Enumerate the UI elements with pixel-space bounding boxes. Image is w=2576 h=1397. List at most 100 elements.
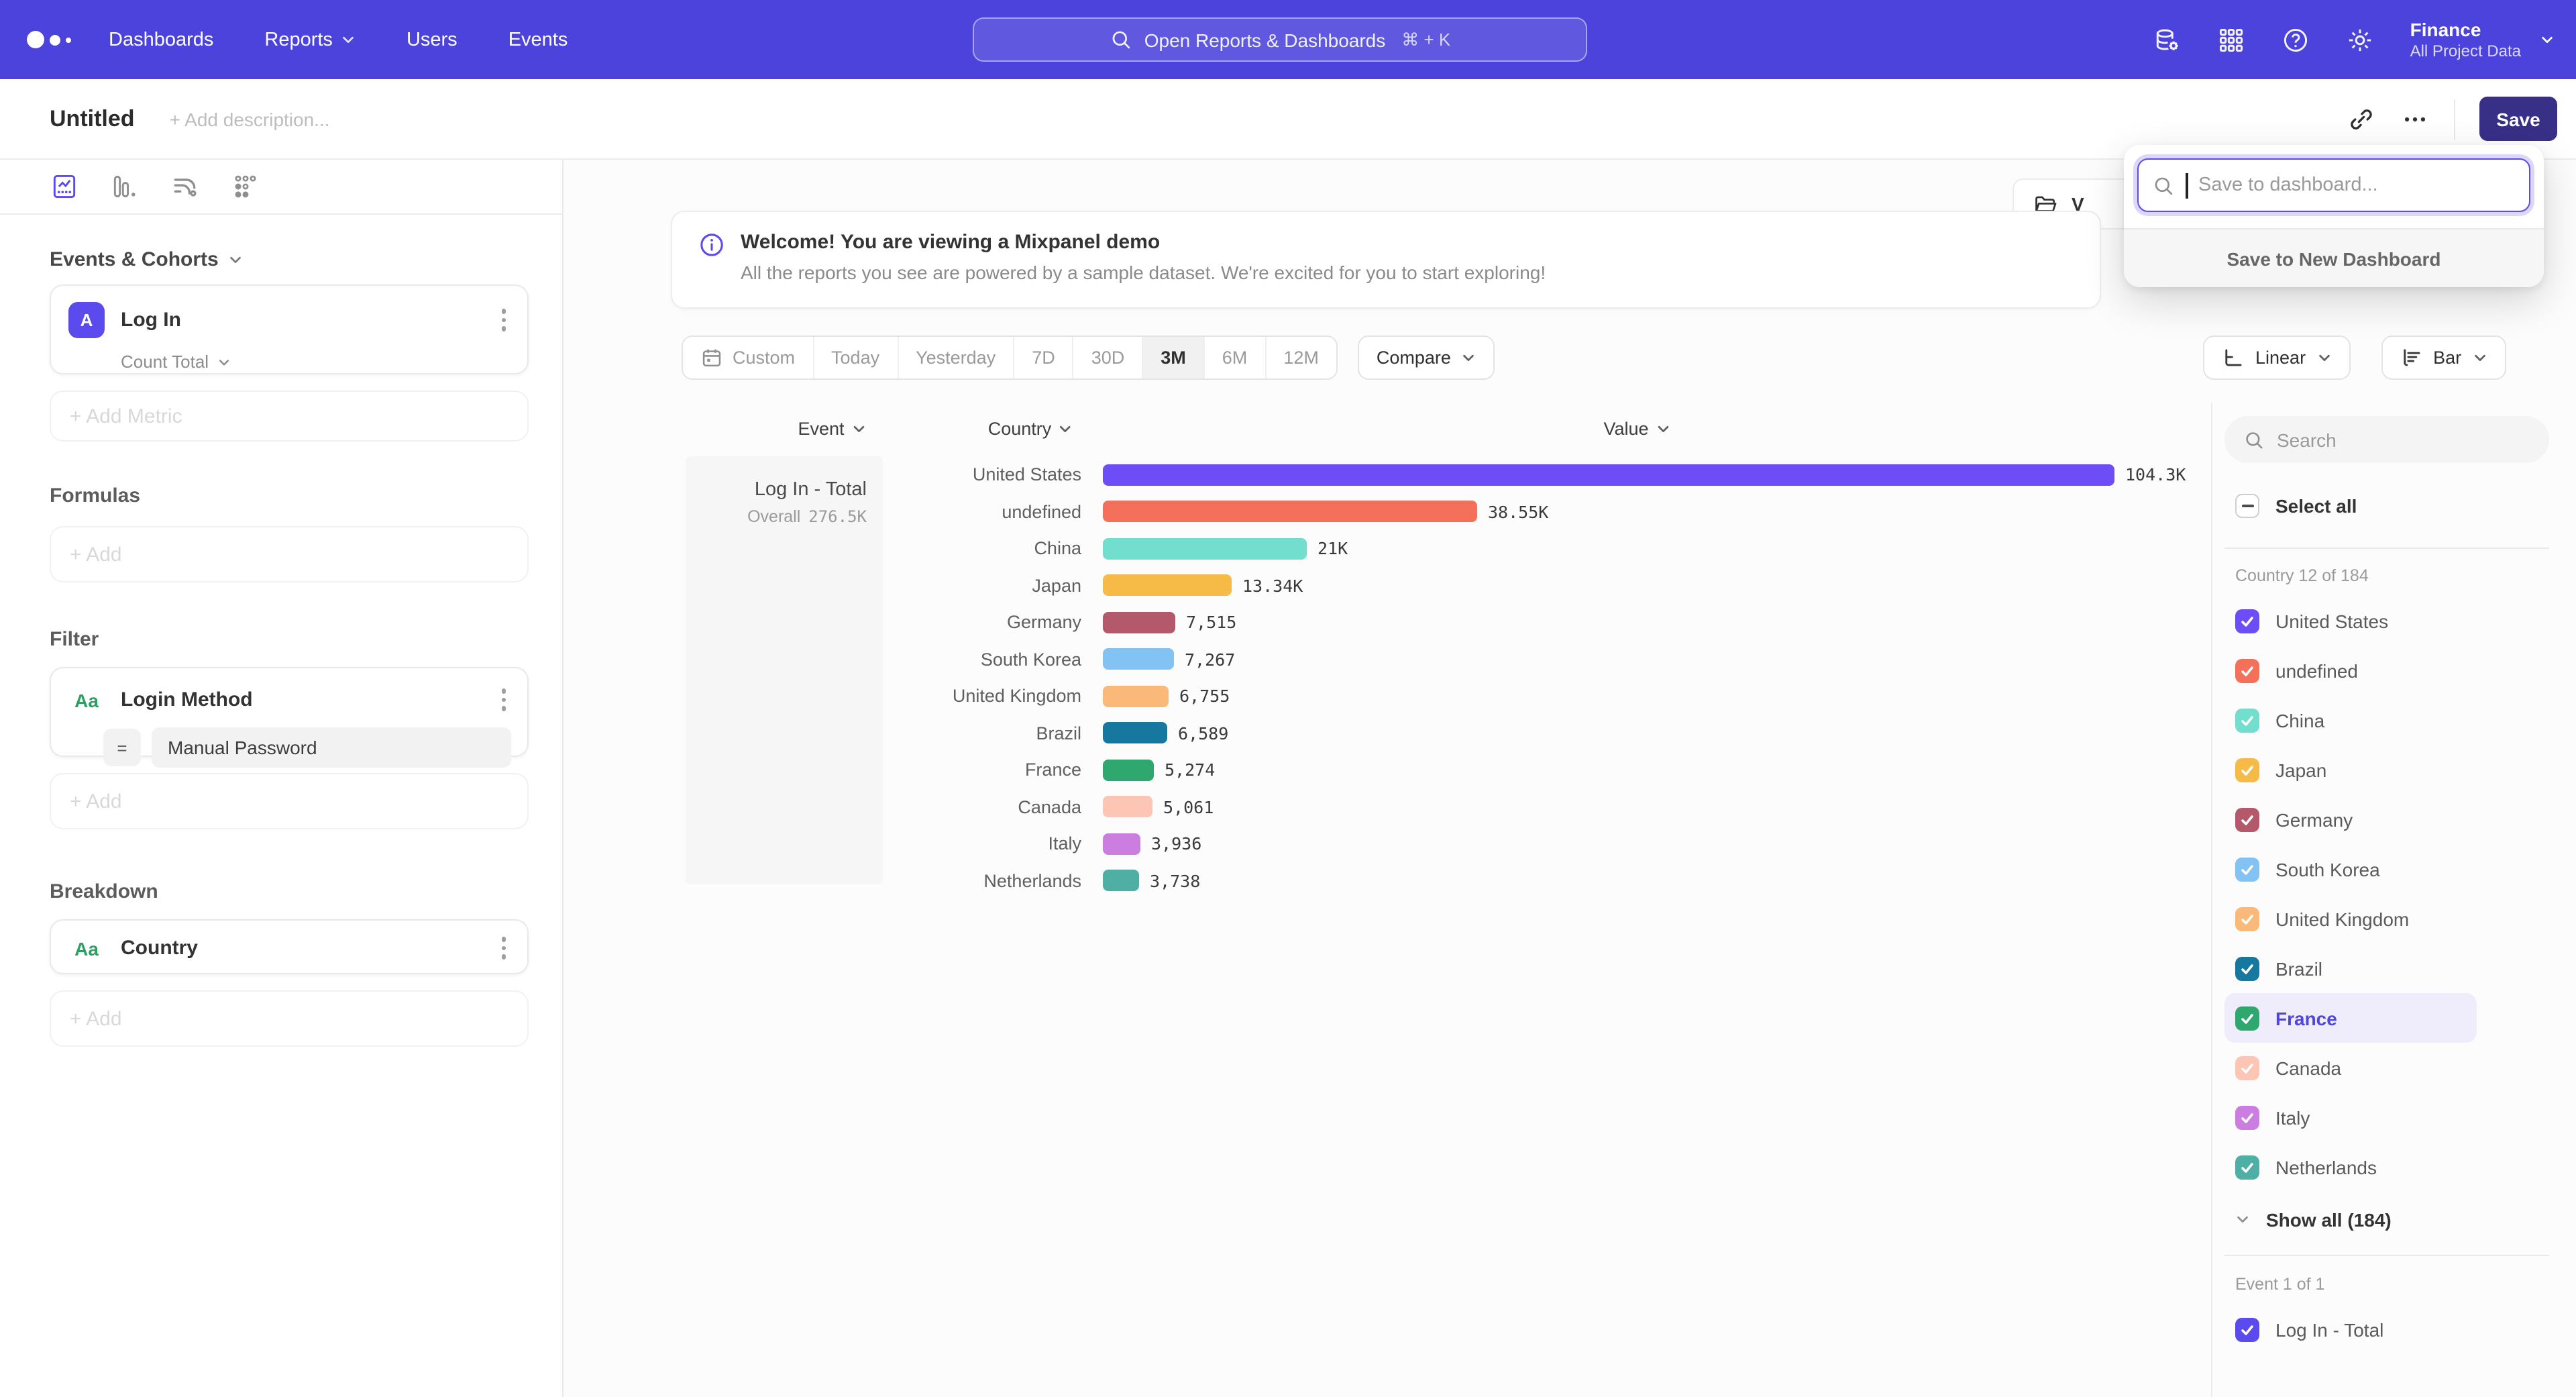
- range-yesterday[interactable]: Yesterday: [898, 337, 1014, 378]
- nav-item-reports[interactable]: Reports: [264, 29, 356, 50]
- column-header-country[interactable]: Country: [988, 419, 1073, 439]
- data-management-icon[interactable]: [2153, 25, 2182, 54]
- filter-property-name[interactable]: Login Method: [121, 688, 480, 711]
- event-checkbox[interactable]: [2235, 1317, 2259, 1341]
- country-checkbox[interactable]: [2235, 658, 2259, 682]
- country-row-united-kingdom[interactable]: United Kingdom: [2224, 894, 2477, 943]
- add-formula-button[interactable]: + Add: [50, 526, 529, 582]
- bar-segment[interactable]: [1103, 612, 1175, 633]
- country-row-brazil[interactable]: Brazil: [2224, 943, 2477, 993]
- bar-segment[interactable]: [1103, 464, 2114, 486]
- select-all-row[interactable]: Select all: [2235, 494, 2549, 518]
- range-7d[interactable]: 7D: [1014, 337, 1074, 378]
- breakdown-menu-icon[interactable]: [496, 935, 511, 962]
- breakdown-search-input[interactable]: Search: [2224, 416, 2549, 463]
- mixpanel-logo-icon[interactable]: [27, 31, 71, 48]
- select-all-checkbox-indeterminate[interactable]: [2235, 494, 2259, 518]
- country-row-china[interactable]: China: [2224, 695, 2477, 745]
- bar-segment[interactable]: [1103, 686, 1169, 707]
- country-row-italy[interactable]: Italy: [2224, 1092, 2477, 1142]
- metric-name[interactable]: Log In: [121, 309, 480, 331]
- bar-value-label: 3,936: [1151, 834, 1201, 854]
- add-filter-button[interactable]: + Add: [50, 773, 529, 829]
- nav-item-users[interactable]: Users: [407, 29, 458, 50]
- add-metric-button[interactable]: + Add Metric: [50, 391, 529, 442]
- bar-segment[interactable]: [1103, 575, 1232, 597]
- metric-card-log-in[interactable]: A Log In Count Total: [50, 284, 529, 374]
- help-icon[interactable]: [2282, 25, 2311, 54]
- country-checkbox[interactable]: [2235, 907, 2259, 931]
- bar-segment[interactable]: [1103, 723, 1167, 744]
- chart-type-selector[interactable]: Bar: [2381, 335, 2506, 380]
- nav-item-events[interactable]: Events: [508, 29, 568, 50]
- bar-segment[interactable]: [1103, 796, 1152, 818]
- project-switcher[interactable]: Finance All Project Data: [2410, 18, 2555, 61]
- aggregation-selector[interactable]: Count Total: [121, 352, 511, 372]
- country-checkbox[interactable]: [2235, 956, 2259, 980]
- bar-segment[interactable]: [1103, 501, 1477, 523]
- filter-card-login-method[interactable]: Aa Login Method = Manual Password: [50, 667, 529, 757]
- more-options-icon[interactable]: [2400, 104, 2430, 134]
- chevron-down-icon: [2316, 350, 2331, 365]
- country-row-france[interactable]: France: [2224, 993, 2477, 1043]
- country-row-canada[interactable]: Canada: [2224, 1043, 2477, 1092]
- save-dashboard-search-input[interactable]: Save to dashboard...: [2137, 158, 2530, 212]
- country-checkbox[interactable]: [2235, 609, 2259, 633]
- column-header-value[interactable]: Value: [1603, 419, 1670, 439]
- country-checkbox[interactable]: [2235, 1155, 2259, 1179]
- insights-tab[interactable]: [50, 172, 79, 201]
- bar-segment[interactable]: [1103, 649, 1174, 670]
- retention-tab[interactable]: [231, 172, 260, 201]
- bar-value-label: 5,274: [1165, 760, 1215, 780]
- chevron-down-icon: [217, 355, 230, 368]
- country-checkbox[interactable]: [2235, 1055, 2259, 1080]
- bar-segment[interactable]: [1103, 538, 1307, 560]
- save-to-new-dashboard-button[interactable]: Save to New Dashboard: [2124, 228, 2544, 287]
- bar-segment[interactable]: [1103, 833, 1140, 855]
- country-checkbox[interactable]: [2235, 857, 2259, 881]
- event-checkbox-row[interactable]: Log In - Total: [2224, 1304, 2477, 1354]
- country-checkbox[interactable]: [2235, 708, 2259, 732]
- bar-segment[interactable]: [1103, 760, 1154, 781]
- show-all-button[interactable]: Show all (184): [2224, 1194, 2549, 1244]
- nav-item-dashboards[interactable]: Dashboards: [109, 29, 213, 50]
- filter-value[interactable]: Manual Password: [152, 727, 511, 768]
- country-row-japan[interactable]: Japan: [2224, 745, 2477, 794]
- apps-grid-icon[interactable]: [2217, 25, 2247, 54]
- country-row-south-korea[interactable]: South Korea: [2224, 844, 2477, 894]
- settings-gear-icon[interactable]: [2346, 25, 2375, 54]
- country-checkbox[interactable]: [2235, 1006, 2259, 1030]
- breakdown-card-country[interactable]: Aa Country: [50, 919, 529, 974]
- flows-tab[interactable]: [170, 172, 200, 201]
- filter-menu-icon[interactable]: [496, 686, 511, 714]
- report-title[interactable]: Untitled: [50, 105, 135, 132]
- country-row-undefined[interactable]: undefined: [2224, 645, 2477, 695]
- nav-right: Finance All Project Data: [2153, 0, 2555, 79]
- country-checkbox[interactable]: [2235, 758, 2259, 782]
- events-cohorts-header[interactable]: Events & Cohorts: [50, 248, 529, 271]
- country-row-germany[interactable]: Germany: [2224, 794, 2477, 844]
- range-6m[interactable]: 6M: [1205, 337, 1267, 378]
- range-12m[interactable]: 12M: [1266, 337, 1336, 378]
- compare-button[interactable]: Compare: [1358, 335, 1495, 380]
- metric-menu-icon[interactable]: [496, 307, 511, 334]
- country-row-united-states[interactable]: United States: [2224, 596, 2477, 645]
- value-scale-selector[interactable]: Linear: [2203, 335, 2350, 380]
- country-checkbox[interactable]: [2235, 807, 2259, 831]
- country-row-netherlands[interactable]: Netherlands: [2224, 1142, 2477, 1192]
- breakdown-property-name[interactable]: Country: [121, 937, 480, 960]
- global-search-button[interactable]: Open Reports & Dashboards ⌘ + K: [973, 17, 1587, 62]
- range-today[interactable]: Today: [814, 337, 898, 378]
- range-custom[interactable]: Custom: [683, 337, 814, 378]
- add-description[interactable]: + Add description...: [170, 108, 330, 130]
- column-header-event[interactable]: Event: [798, 419, 865, 439]
- filter-operator[interactable]: =: [103, 729, 141, 766]
- copy-link-icon[interactable]: [2347, 104, 2376, 134]
- save-button[interactable]: Save: [2479, 97, 2557, 141]
- range-3m[interactable]: 3M: [1143, 337, 1205, 378]
- bar-segment[interactable]: [1103, 870, 1139, 892]
- bar-chart-tab[interactable]: [110, 172, 140, 201]
- country-checkbox[interactable]: [2235, 1105, 2259, 1129]
- range-30d[interactable]: 30D: [1074, 337, 1144, 378]
- add-breakdown-button[interactable]: + Add: [50, 990, 529, 1047]
